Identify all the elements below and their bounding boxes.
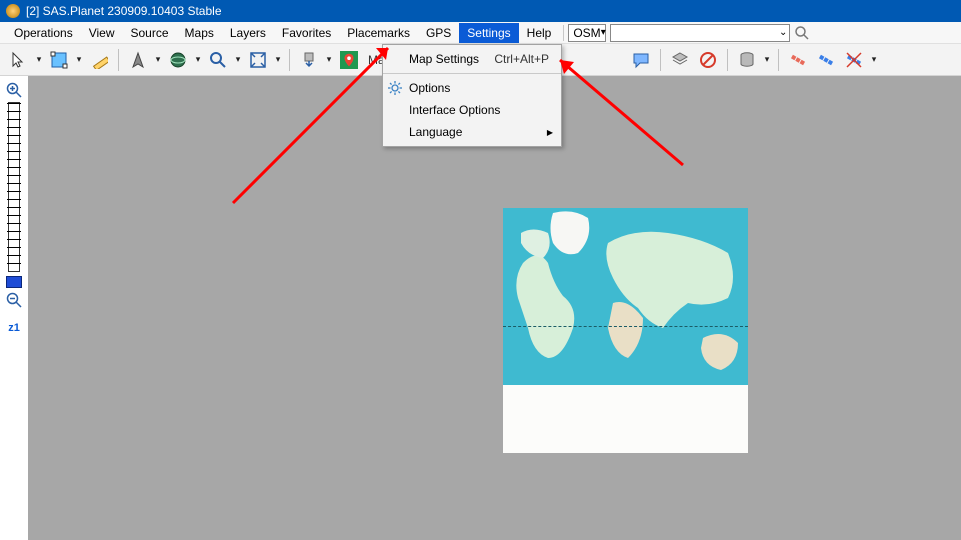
compass-button[interactable] <box>125 47 151 73</box>
gmaps-pin-button[interactable] <box>336 47 362 73</box>
database-button[interactable] <box>734 47 760 73</box>
select-area-button[interactable] <box>46 47 72 73</box>
zoom-dropdown[interactable]: ▾ <box>233 54 243 65</box>
fullextent-button[interactable] <box>245 47 271 73</box>
search-combo[interactable]: ⌄ <box>610 24 790 42</box>
osm-combo[interactable]: OSM ▾ <box>568 24 606 42</box>
title-text: [2] SAS.Planet 230909.10403 Stable <box>26 4 222 18</box>
menu-placemarks[interactable]: Placemarks <box>339 23 418 43</box>
menu-item-interface-options[interactable]: Interface Options <box>383 99 561 121</box>
osm-label: OSM <box>573 26 600 40</box>
download-dropdown[interactable]: ▾ <box>324 54 334 65</box>
toolbar-separator <box>289 49 290 71</box>
menu-operations[interactable]: Operations <box>6 23 81 43</box>
settings-dropdown: Map Settings Ctrl+Alt+P Options Interfac… <box>382 44 562 147</box>
menu-item-label: Interface Options <box>409 103 553 117</box>
menu-bar: Operations View Source Maps Layers Favor… <box>0 22 961 44</box>
sat-red-button[interactable] <box>785 47 811 73</box>
toolbar-separator <box>778 49 779 71</box>
zoom-in-icon[interactable] <box>6 82 22 98</box>
caret-down-icon: ⌄ <box>779 27 787 38</box>
search-icon[interactable] <box>794 25 810 41</box>
toolbar-separator <box>727 49 728 71</box>
prohibit-button[interactable] <box>695 47 721 73</box>
zoom-level-text: z1 <box>8 322 20 334</box>
menu-layers[interactable]: Layers <box>222 23 274 43</box>
fullextent-dropdown[interactable]: ▾ <box>273 54 283 65</box>
caret-down-icon: ▾ <box>601 27 606 38</box>
menu-separator <box>383 73 561 74</box>
menu-favorites[interactable]: Favorites <box>274 23 339 43</box>
menu-item-label: Map Settings <box>409 52 494 66</box>
zoom-button[interactable] <box>205 47 231 73</box>
menu-view[interactable]: View <box>81 23 123 43</box>
measure-button[interactable] <box>86 47 112 73</box>
app-icon <box>6 4 20 18</box>
menu-maps[interactable]: Maps <box>177 23 222 43</box>
gear-icon <box>387 80 403 96</box>
cursor-tool-button[interactable] <box>6 47 32 73</box>
menu-help[interactable]: Help <box>519 23 560 43</box>
toolbar-separator <box>118 49 119 71</box>
zoom-scale[interactable] <box>8 102 20 272</box>
zoom-out-icon[interactable] <box>6 292 22 308</box>
menu-gps[interactable]: GPS <box>418 23 459 43</box>
menu-item-accel: Ctrl+Alt+P <box>494 52 553 66</box>
chat-button[interactable] <box>628 47 654 73</box>
select-area-dropdown[interactable]: ▾ <box>74 54 84 65</box>
cursor-tool-dropdown[interactable]: ▾ <box>34 54 44 65</box>
menu-item-options[interactable]: Options <box>383 77 561 99</box>
sat-dropdown[interactable]: ▾ <box>869 54 879 65</box>
title-bar: [2] SAS.Planet 230909.10403 Stable <box>0 0 961 22</box>
sat-blue-button[interactable] <box>813 47 839 73</box>
menu-settings[interactable]: Settings <box>459 23 518 43</box>
menu-item-label: Language <box>409 125 547 139</box>
menu-separator <box>563 25 564 41</box>
globe-dropdown[interactable]: ▾ <box>193 54 203 65</box>
submenu-arrow-icon: ▶ <box>547 128 553 137</box>
world-map-tile <box>503 208 748 453</box>
menu-item-label: Options <box>409 81 553 95</box>
toolbar-separator <box>660 49 661 71</box>
database-dropdown[interactable]: ▾ <box>762 54 772 65</box>
layers-stack-button[interactable] <box>667 47 693 73</box>
zoom-indicator <box>6 276 22 288</box>
left-rail: z1 <box>0 76 28 540</box>
globe-button[interactable] <box>165 47 191 73</box>
menu-source[interactable]: Source <box>123 23 177 43</box>
download-button[interactable] <box>296 47 322 73</box>
menu-item-map-settings[interactable]: Map Settings Ctrl+Alt+P <box>383 48 561 70</box>
compass-dropdown[interactable]: ▾ <box>153 54 163 65</box>
sat-blue-x-button[interactable] <box>841 47 867 73</box>
menu-item-language[interactable]: Language ▶ <box>383 121 561 143</box>
